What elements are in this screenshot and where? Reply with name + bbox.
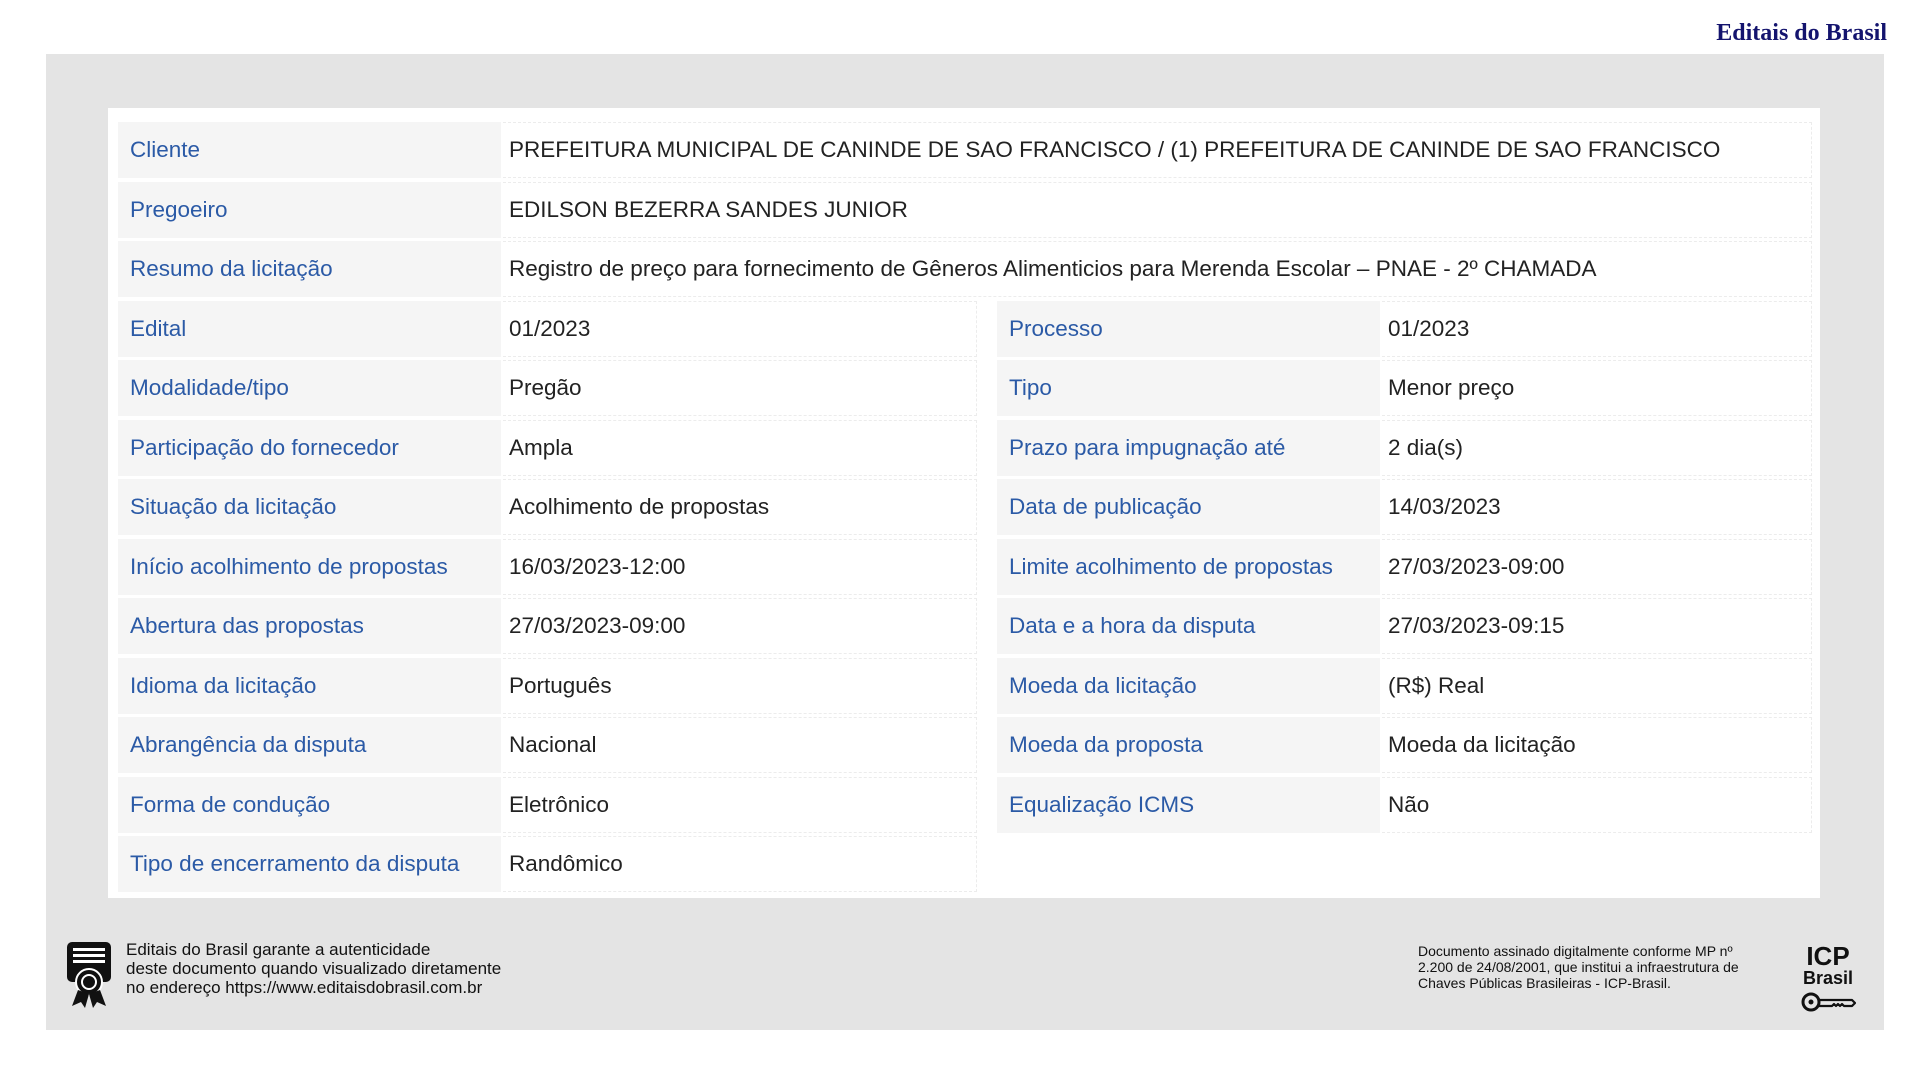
limite-label: Limite acolhimento de propostas bbox=[997, 538, 1382, 595]
column-gap bbox=[977, 539, 997, 595]
column-gap bbox=[977, 777, 997, 833]
participacao-value: Ampla bbox=[503, 419, 977, 476]
column-gap bbox=[977, 301, 997, 357]
abertura-label: Abertura das propostas bbox=[118, 598, 503, 654]
authenticity-line: Editais do Brasil garante a autenticidad… bbox=[126, 940, 431, 959]
encerramento-value: Randômico bbox=[503, 836, 977, 892]
processo-label: Processo bbox=[997, 300, 1382, 357]
row-situacao-publicacao: Situação da licitação Acolhimento de pro… bbox=[118, 479, 1812, 535]
conducao-label: Forma de condução bbox=[118, 776, 503, 833]
icms-label: Equalização ICMS bbox=[997, 776, 1382, 833]
publicacao-value: 14/03/2023 bbox=[1382, 479, 1812, 535]
abertura-value: 27/03/2023-09:00 bbox=[503, 598, 977, 654]
row-participacao-prazo: Participação do fornecedor Ampla Prazo p… bbox=[118, 419, 1812, 476]
authenticity-line: deste documento quando visualizado diret… bbox=[126, 959, 502, 978]
modalidade-label: Modalidade/tipo bbox=[118, 360, 503, 416]
authenticity-notice: Editais do Brasil garante a autenticidad… bbox=[64, 940, 566, 1008]
disputa-data-label: Data e a hora da disputa bbox=[997, 598, 1382, 654]
inicio-label: Início acolhimento de propostas bbox=[118, 538, 503, 595]
moeda-proposta-label: Moeda da proposta bbox=[997, 717, 1382, 773]
inicio-value: 16/03/2023-12:00 bbox=[503, 538, 977, 595]
prazo-value: 2 dia(s) bbox=[1382, 419, 1812, 476]
row-modalidade-tipo: Modalidade/tipo Pregão Tipo Menor preço bbox=[118, 360, 1812, 416]
moeda-licitacao-value: (R$) Real bbox=[1382, 657, 1812, 714]
icp-logo-top: ICP bbox=[1806, 941, 1850, 971]
certificate-seal-icon bbox=[67, 942, 111, 1008]
edital-label: Edital bbox=[118, 300, 503, 357]
tipo-label: Tipo bbox=[997, 360, 1382, 416]
column-gap bbox=[977, 598, 997, 654]
column-gap bbox=[977, 658, 997, 714]
row-cliente: Cliente PREFEITURA MUNICIPAL DE CANINDE … bbox=[118, 122, 1812, 178]
idioma-value: Português bbox=[503, 657, 977, 714]
signature-line: 2.200 de 24/08/2001, que institui a infr… bbox=[1418, 959, 1739, 975]
resumo-label: Resumo da licitação bbox=[118, 241, 503, 297]
row-conducao-icms: Forma de condução Eletrônico Equalização… bbox=[118, 776, 1812, 833]
document-sheet: Cliente PREFEITURA MUNICIPAL DE CANINDE … bbox=[108, 108, 1820, 898]
row-idioma-moeda: Idioma da licitação Português Moeda da l… bbox=[118, 657, 1812, 714]
encerramento-label: Tipo de encerramento da disputa bbox=[118, 836, 503, 892]
row-abrangencia-moeda-proposta: Abrangência da disputa Nacional Moeda da… bbox=[118, 717, 1812, 773]
column-gap bbox=[977, 479, 997, 535]
cliente-value: PREFEITURA MUNICIPAL DE CANINDE DE SAO F… bbox=[503, 122, 1812, 178]
modalidade-value: Pregão bbox=[503, 360, 977, 416]
row-inicio-limite: Início acolhimento de propostas 16/03/20… bbox=[118, 538, 1812, 595]
abrangencia-value: Nacional bbox=[503, 717, 977, 773]
column-gap bbox=[977, 420, 997, 476]
authenticity-text: Editais do Brasil garante a autenticidad… bbox=[126, 940, 566, 997]
signature-line: Documento assinado digitalmente conforme… bbox=[1418, 943, 1733, 959]
disputa-data-value: 27/03/2023-09:15 bbox=[1382, 598, 1812, 654]
moeda-proposta-value: Moeda da licitação bbox=[1382, 717, 1812, 773]
situacao-value: Acolhimento de propostas bbox=[503, 479, 977, 535]
pregoeiro-label: Pregoeiro bbox=[118, 181, 503, 238]
details-grid: Cliente PREFEITURA MUNICIPAL DE CANINDE … bbox=[118, 122, 1812, 896]
icms-value: Não bbox=[1382, 776, 1812, 833]
participacao-label: Participação do fornecedor bbox=[118, 419, 503, 476]
processo-value: 01/2023 bbox=[1382, 300, 1812, 357]
row-edital-processo: Edital 01/2023 Processo 01/2023 bbox=[118, 300, 1812, 357]
key-icon bbox=[1801, 992, 1856, 1012]
pregoeiro-value: EDILSON BEZERRA SANDES JUNIOR bbox=[503, 181, 1812, 238]
publicacao-label: Data de publicação bbox=[997, 479, 1382, 535]
situacao-label: Situação da licitação bbox=[118, 479, 503, 535]
signature-line: Chaves Públicas Brasileiras - ICP-Brasil… bbox=[1418, 975, 1671, 991]
icp-logo-bottom: Brasil bbox=[1802, 968, 1854, 988]
moeda-licitacao-label: Moeda da licitação bbox=[997, 657, 1382, 714]
resumo-value: Registro de preço para fornecimento de G… bbox=[503, 241, 1812, 297]
authenticity-line: no endereço https://www.editaisdobrasil.… bbox=[126, 978, 483, 997]
icp-brasil-logo: ICP Brasil bbox=[1798, 943, 1858, 1015]
signature-text: Documento assinado digitalmente conforme… bbox=[1418, 943, 1790, 991]
signature-notice: Documento assinado digitalmente conforme… bbox=[1418, 943, 1858, 1015]
row-resumo: Resumo da licitação Registro de preço pa… bbox=[118, 241, 1812, 297]
column-gap bbox=[977, 717, 997, 773]
brand-title: Editais do Brasil bbox=[1716, 20, 1887, 46]
row-abertura-disputa: Abertura das propostas 27/03/2023-09:00 … bbox=[118, 598, 1812, 654]
abrangencia-label: Abrangência da disputa bbox=[118, 717, 503, 773]
edital-value: 01/2023 bbox=[503, 300, 977, 357]
prazo-label: Prazo para impugnação até bbox=[997, 419, 1382, 476]
column-gap bbox=[977, 360, 997, 416]
tipo-value: Menor preço bbox=[1382, 360, 1812, 416]
idioma-label: Idioma da licitação bbox=[118, 657, 503, 714]
limite-value: 27/03/2023-09:00 bbox=[1382, 538, 1812, 595]
conducao-value: Eletrônico bbox=[503, 776, 977, 833]
cliente-label: Cliente bbox=[118, 122, 503, 178]
row-pregoeiro: Pregoeiro EDILSON BEZERRA SANDES JUNIOR bbox=[118, 181, 1812, 238]
row-encerramento: Tipo de encerramento da disputa Randômic… bbox=[118, 836, 1812, 892]
